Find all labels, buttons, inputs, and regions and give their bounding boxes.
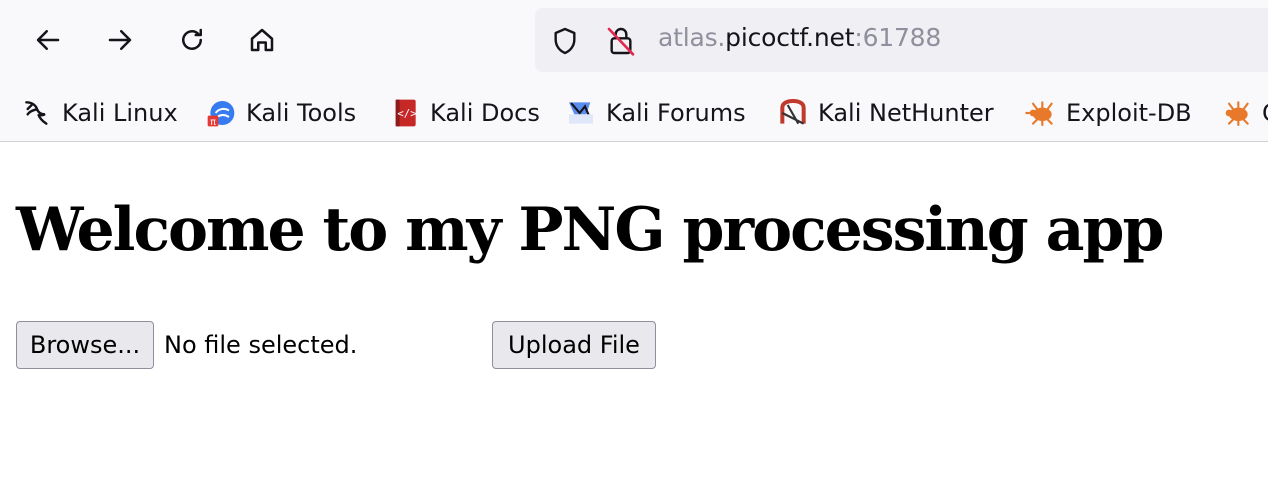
bookmark-label: G [1262,99,1268,127]
kali-forums-icon [564,96,598,130]
bookmark-exploit-db[interactable]: Exploit-DB [1024,94,1192,132]
svg-text:π: π [210,117,216,128]
bookmark-kali-forums[interactable]: Kali Forums [564,94,746,132]
reload-button[interactable] [172,20,212,60]
insecure-lock-icon[interactable] [605,25,637,57]
svg-text:</>: </> [397,107,416,120]
forward-button[interactable] [100,20,140,60]
home-button[interactable] [242,20,282,60]
kali-tools-icon: π [204,96,238,130]
exploit-db-icon [1024,96,1058,130]
reload-icon [182,28,202,50]
kali-dragon-icon [20,96,54,130]
bookmark-label: Kali Linux [62,99,178,127]
upload-file-button[interactable]: Upload File [492,321,656,369]
browse-button[interactable]: Browse... [16,321,154,369]
page-content: Welcome to my PNG processing app Browse.… [0,143,1268,478]
url-host: picoctf.net [725,23,855,52]
url-bar[interactable]: atlas.picoctf.net:61788 [535,8,1268,72]
bookmark-kali-docs[interactable]: </> Kali Docs [388,94,540,132]
back-button[interactable] [28,20,68,60]
bookmark-label: Kali Docs [430,99,540,127]
browser-toolbar: atlas.picoctf.net:61788 [0,0,1268,84]
file-status-text: No file selected. [164,331,358,359]
kali-docs-icon: </> [388,96,422,130]
bookmark-label: Kali Tools [246,99,357,127]
bookmark-label: Kali NetHunter [818,99,994,127]
bookmark-kali-linux[interactable]: Kali Linux [20,94,178,132]
bookmark-kali-tools[interactable]: π Kali Tools [204,94,356,132]
shield-icon[interactable] [549,25,581,57]
bookmark-kali-nethunter[interactable]: Kali NetHunter [776,94,994,132]
bookmark-label: Kali Forums [606,99,746,127]
url-port: :61788 [854,23,942,52]
arrow-left-icon [36,30,60,50]
bookmark-label: Exploit-DB [1066,99,1192,127]
url-prefix: atlas. [658,23,726,52]
kali-nethunter-icon [776,96,810,130]
bookmarks-bar: Kali Linux π Kali Tools </> Kali Docs Ka… [0,84,1268,142]
exploit-db-icon [1220,96,1254,130]
url-text[interactable]: atlas.picoctf.net:61788 [658,23,941,52]
arrow-right-icon [108,30,132,50]
page-title: Welcome to my PNG processing app [16,195,1164,265]
bookmark-g[interactable]: G [1220,94,1268,132]
home-icon [250,28,274,52]
